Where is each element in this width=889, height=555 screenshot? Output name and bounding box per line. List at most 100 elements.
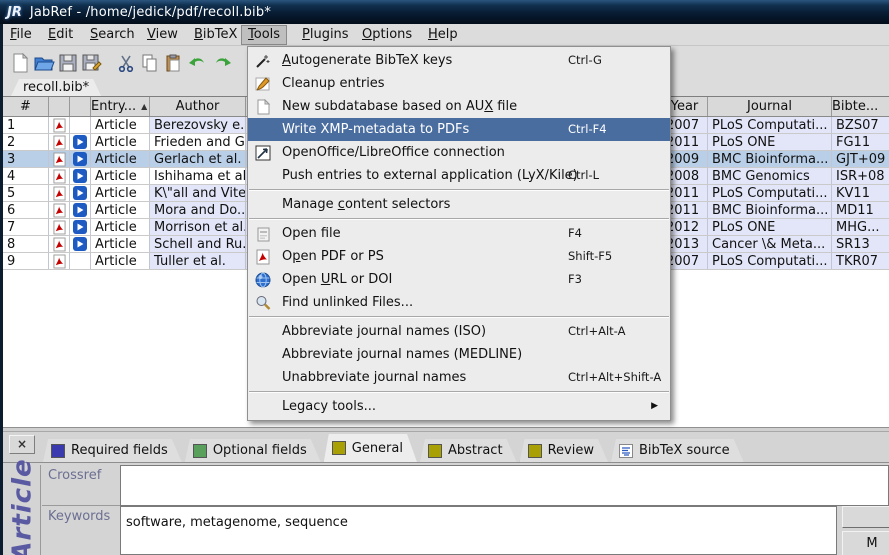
cut-icon[interactable] — [114, 50, 138, 76]
menu-item-abbreviate-iso[interactable]: Abbreviate journal names (ISO) Ctrl+Alt-… — [248, 320, 670, 343]
window-title: JabRef - /home/jedick/pdf/recoll.bib* — [30, 5, 271, 20]
pdf-icon[interactable] — [49, 185, 70, 201]
menu-separator — [249, 316, 669, 318]
menu-help[interactable]: Help — [422, 25, 464, 45]
openoffice-icon — [254, 144, 272, 162]
header-entrytype[interactable]: Entry...▲ — [91, 97, 150, 116]
jabref-logo-icon: JR — [7, 5, 22, 20]
keywords-field[interactable]: software, metagenome, sequence — [120, 506, 837, 555]
menu-item-find-unlinked-files[interactable]: Find unlinked Files... — [248, 291, 670, 314]
url-icon[interactable] — [70, 236, 91, 252]
copy-icon[interactable] — [138, 50, 162, 76]
broom-icon — [254, 75, 272, 93]
pdf-icon — [254, 248, 272, 266]
url-icon[interactable] — [70, 151, 91, 167]
menu-item-abbreviate-medline[interactable]: Abbreviate journal names (MEDLINE) — [248, 343, 670, 366]
menu-item-legacy-tools[interactable]: Legacy tools... ▶ — [248, 395, 670, 418]
menu-item-manage-content-selectors[interactable]: Manage content selectors — [248, 193, 670, 216]
new-document-icon — [254, 98, 272, 116]
menu-item-push-entries-external[interactable]: Push entries to external application (Ly… — [248, 164, 670, 187]
undo-icon[interactable] — [186, 50, 210, 76]
tab-abstract[interactable]: Abstract — [420, 439, 517, 462]
abstract-color-square-icon — [428, 444, 442, 458]
menu-separator — [249, 189, 669, 191]
header-number[interactable]: # — [3, 97, 49, 116]
header-bibtexkey[interactable]: Bibte... — [832, 97, 889, 116]
header-journal[interactable]: Journal — [708, 97, 832, 116]
open-file-icon — [254, 225, 272, 243]
file-tab-recoll[interactable]: recoll.bib* — [11, 79, 101, 96]
paste-icon[interactable] — [162, 50, 186, 76]
menu-plugins[interactable]: Plugins — [296, 25, 355, 45]
crossref-label: Crossref — [42, 465, 121, 506]
keywords-manage-button[interactable]: M — [842, 531, 889, 555]
editor-tabs: Required fields Optional fields General … — [43, 434, 747, 462]
header-url[interactable] — [70, 97, 91, 116]
url-icon[interactable] — [70, 219, 91, 235]
menu-separator — [249, 391, 669, 393]
pdf-icon[interactable] — [49, 253, 70, 269]
url-icon[interactable] — [70, 185, 91, 201]
menu-edit[interactable]: Edit — [42, 25, 79, 45]
review-color-square-icon — [528, 444, 542, 458]
titlebar: JR JabRef - /home/jedick/pdf/recoll.bib* — [0, 0, 889, 24]
keywords-side-button[interactable] — [842, 506, 889, 528]
menu-item-openoffice-connection[interactable]: OpenOffice/LibreOffice connection — [248, 141, 670, 164]
globe-icon — [254, 271, 272, 289]
menu-item-cleanup-entries[interactable]: Cleanup entries — [248, 72, 670, 95]
source-icon — [619, 444, 633, 458]
redo-icon[interactable] — [210, 50, 234, 76]
menu-item-write-xmp-metadata[interactable]: Write XMP-metadata to PDFs Ctrl-F4 — [248, 118, 670, 141]
menu-options[interactable]: Options — [356, 25, 418, 45]
search-icon — [254, 294, 272, 312]
window-edge — [0, 24, 3, 555]
required-color-square-icon — [51, 444, 65, 458]
menu-item-open-file[interactable]: Open file F4 — [248, 222, 670, 245]
url-icon[interactable] — [70, 168, 91, 184]
menu-file[interactable]: File — [4, 25, 38, 45]
save-database-icon[interactable] — [56, 50, 80, 76]
pdf-icon[interactable] — [49, 236, 70, 252]
menu-item-unabbreviate[interactable]: Unabbreviate journal names Ctrl+Alt+Shif… — [248, 366, 670, 389]
entry-type-label: Article — [5, 465, 41, 555]
tab-bibtex-source[interactable]: BibTeX source — [611, 439, 744, 462]
url-icon[interactable] — [70, 202, 91, 218]
new-database-icon[interactable] — [8, 50, 32, 76]
tools-menu-popup: Autogenerate BibTeX keys Ctrl-G Cleanup … — [247, 46, 671, 421]
pdf-icon[interactable] — [49, 168, 70, 184]
sort-ascending-icon: ▲ — [141, 102, 147, 111]
menu-separator — [249, 218, 669, 220]
menu-search[interactable]: Search — [84, 25, 141, 45]
pdf-icon[interactable] — [49, 134, 70, 150]
save-as-icon[interactable] — [80, 50, 104, 76]
optional-color-square-icon — [193, 444, 207, 458]
entry-editor: × Required fields Optional fields Genera… — [3, 432, 889, 555]
close-editor-button[interactable]: × — [9, 435, 35, 454]
menu-item-autogenerate-bibtex-keys[interactable]: Autogenerate BibTeX keys Ctrl-G — [248, 49, 670, 72]
pdf-icon[interactable] — [49, 117, 70, 133]
general-color-square-icon — [332, 441, 346, 455]
header-pdf[interactable] — [49, 97, 70, 116]
wand-icon — [254, 52, 272, 70]
menu-item-new-subdatabase-aux[interactable]: New subdatabase based on AUX file — [248, 95, 670, 118]
menu-bibtex[interactable]: BibTeX — [188, 25, 243, 45]
tab-general[interactable]: General — [324, 434, 417, 462]
pdf-icon[interactable] — [49, 151, 70, 167]
tab-optional-fields[interactable]: Optional fields — [185, 439, 321, 462]
header-author[interactable]: Author — [150, 97, 246, 116]
crossref-field[interactable] — [120, 465, 889, 506]
menu-view[interactable]: View — [141, 25, 184, 45]
menu-tools[interactable]: Tools — [241, 25, 287, 45]
menu-item-open-url-doi[interactable]: Open URL or DOI F3 — [248, 268, 670, 291]
tab-required-fields[interactable]: Required fields — [43, 439, 182, 462]
tab-review[interactable]: Review — [520, 439, 608, 462]
divider — [3, 462, 889, 463]
pdf-icon[interactable] — [49, 219, 70, 235]
pdf-icon[interactable] — [49, 202, 70, 218]
menubar: File Edit Search View BibTeX Tools Plugi… — [0, 24, 889, 46]
open-database-icon[interactable] — [32, 50, 56, 76]
submenu-arrow-icon: ▶ — [651, 395, 658, 418]
url-icon[interactable] — [70, 134, 91, 150]
keywords-label: Keywords — [42, 506, 121, 555]
menu-item-open-pdf-ps[interactable]: Open PDF or PS Shift-F5 — [248, 245, 670, 268]
